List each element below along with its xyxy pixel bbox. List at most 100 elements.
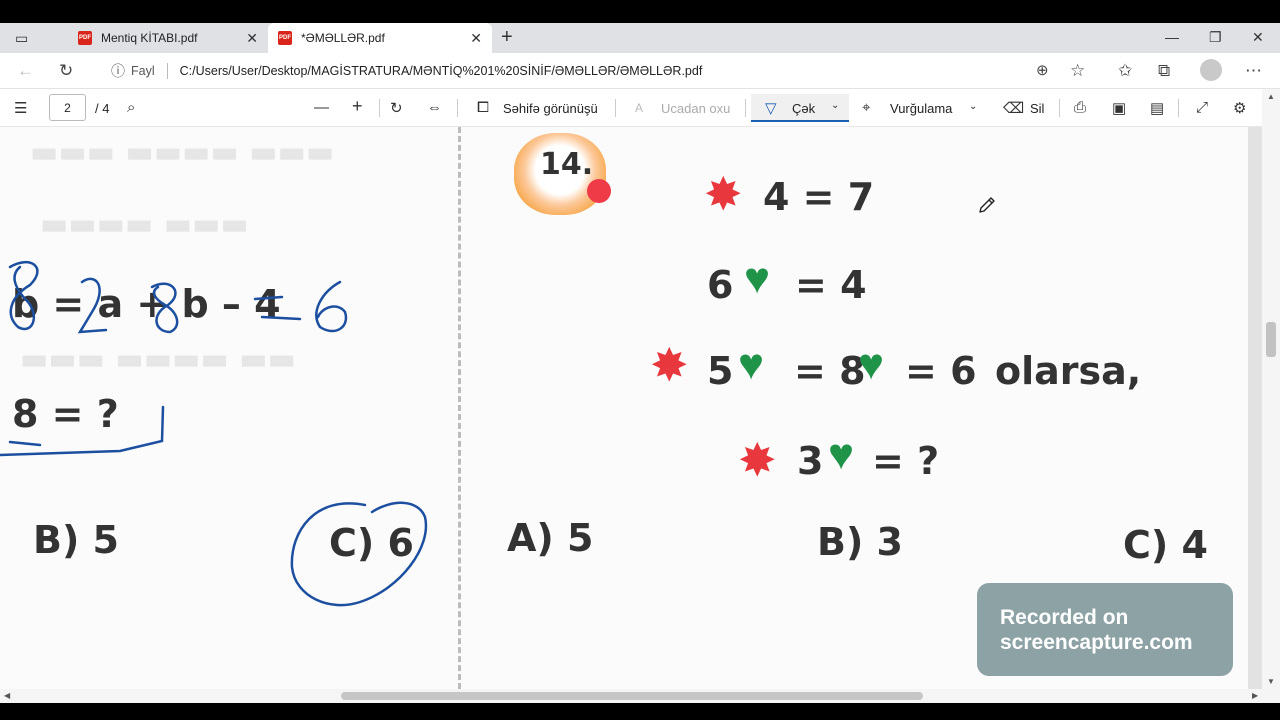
line2-lhs: 6 xyxy=(707,263,734,307)
add-favorite-icon[interactable]: ☆ xyxy=(1070,61,1085,81)
ink-8 xyxy=(8,261,39,331)
zoom-out-icon[interactable]: — xyxy=(314,99,329,116)
fit-width-icon[interactable]: ⇔ xyxy=(427,99,442,116)
close-window-icon[interactable]: ✕ xyxy=(1252,29,1264,46)
navigation-bar: ← ↻ ⓘ Fayl C:/Users/User/Desktop/MAGİSTR… xyxy=(0,53,1280,89)
problem-number: 14. xyxy=(540,147,594,182)
save-as-icon[interactable]: ▤ xyxy=(1150,99,1164,117)
page-gutter xyxy=(1248,127,1262,689)
tab-strip: ▭ PDF Mentiq KİTABI.pdf ✕ PDF *ƏMƏLLƏR.p… xyxy=(0,23,1280,53)
fullscreen-icon[interactable]: ⤢ xyxy=(1196,99,1208,116)
save-icon[interactable]: ▣ xyxy=(1112,99,1126,117)
badge-dot xyxy=(587,179,611,203)
heart-icon: ♥ xyxy=(858,340,885,389)
star-icon: ✸ xyxy=(650,339,689,391)
favorites-icon[interactable]: ✩ xyxy=(1118,61,1132,81)
back-icon[interactable]: ← xyxy=(17,61,34,81)
rotate-icon[interactable]: ↻ xyxy=(390,99,403,117)
handwriting xyxy=(0,261,428,607)
chevron-down-icon[interactable]: ⌄ xyxy=(969,101,977,112)
draw-button[interactable]: ▽ Çək ⌄ xyxy=(751,94,849,122)
tab-title: *ƏMƏLLƏR.pdf xyxy=(301,31,385,45)
url-text: C:/Users/User/Desktop/MAGİSTRATURA/MƏNTİ… xyxy=(179,64,703,78)
watermark-line: screencapture.com xyxy=(1000,631,1193,654)
heart-icon: ♥ xyxy=(744,254,771,303)
search-icon[interactable]: ⌕ xyxy=(127,99,135,116)
scroll-right-icon[interactable]: ▶ xyxy=(1252,691,1258,700)
divider xyxy=(1059,99,1060,117)
tab-emeller[interactable]: PDF *ƏMƏLLƏR.pdf ✕ xyxy=(268,23,492,53)
horizontal-scroll-thumb[interactable] xyxy=(341,692,923,700)
ink-circle xyxy=(290,501,428,607)
minimize-icon[interactable]: — xyxy=(1165,29,1179,45)
profile-avatar[interactable] xyxy=(1200,59,1222,81)
browser-window: ▭ PDF Mentiq KİTABI.pdf ✕ PDF *ƏMƏLLƏR.p… xyxy=(0,0,1280,720)
erase-button[interactable]: Sil xyxy=(1030,101,1044,116)
vertical-scrollbar[interactable]: ▲ ▼ xyxy=(1262,89,1280,689)
divider xyxy=(457,99,458,117)
heart-icon: ♥ xyxy=(828,430,855,479)
settings-icon[interactable]: ⚙ xyxy=(1233,99,1246,117)
line3-eq2: = 6 xyxy=(905,349,977,393)
zoom-icon[interactable]: ⊕ xyxy=(1036,61,1049,79)
line2-rhs: = 4 xyxy=(795,263,867,307)
page-view-icon[interactable]: ⧠ xyxy=(477,99,489,116)
divider xyxy=(745,99,746,117)
page-divider xyxy=(458,127,461,689)
close-icon[interactable]: ✕ xyxy=(246,30,258,47)
pdf-viewport[interactable]: ▬▬▬ ▬▬▬▬ ▬▬▬ ▬▬▬▬ ▬▬▬ ▬▬▬ ▬▬▬▬ ▬▬ b = a … xyxy=(0,127,1262,689)
option-b: B) 3 xyxy=(817,520,904,564)
problem-badge: 14. xyxy=(510,133,614,219)
eraser-icon[interactable]: ⌫ xyxy=(1003,99,1024,117)
draw-label: Çək xyxy=(792,101,816,116)
info-icon[interactable]: ⓘ xyxy=(111,61,125,81)
watermark: Recorded on screencapture.com xyxy=(977,583,1233,676)
page-view-button[interactable]: Səhifə görünüşü xyxy=(503,101,598,116)
print-icon[interactable]: ⎙ xyxy=(1074,99,1086,116)
page-number-input[interactable]: 2 xyxy=(49,94,86,121)
ink-6 xyxy=(315,280,348,333)
address-bar[interactable]: ⓘ Fayl C:/Users/User/Desktop/MAGİSTRATUR… xyxy=(95,57,1100,85)
ink-2 xyxy=(77,277,108,334)
divider xyxy=(1178,99,1179,117)
scroll-up-icon[interactable]: ▲ xyxy=(1267,92,1275,101)
option-c: C) 4 xyxy=(1123,523,1208,567)
contents-icon[interactable]: ☰ xyxy=(14,99,27,117)
tab-title: Mentiq KİTABI.pdf xyxy=(101,31,198,45)
tab-mentiq[interactable]: PDF Mentiq KİTABI.pdf ✕ xyxy=(52,23,268,53)
scroll-down-icon[interactable]: ▼ xyxy=(1267,677,1275,686)
zoom-in-icon[interactable]: + xyxy=(352,96,363,117)
line3-word: olarsa, xyxy=(995,349,1142,393)
pencil-cursor-icon xyxy=(979,197,995,213)
ink-annotations xyxy=(0,261,428,607)
restore-icon[interactable]: ❐ xyxy=(1209,29,1222,46)
highlight-icon[interactable]: ⌖ xyxy=(862,99,870,116)
heart-icon: ♥ xyxy=(738,340,765,389)
ink-underline xyxy=(0,405,165,457)
more-icon[interactable]: ⋯ xyxy=(1245,61,1262,81)
ink-equals xyxy=(253,295,302,321)
ink-8 xyxy=(150,282,179,334)
chevron-down-icon[interactable]: ⌄ xyxy=(831,100,839,111)
horizontal-scrollbar[interactable]: ◀ ▶ xyxy=(0,689,1280,703)
collections-icon[interactable]: ⧉ xyxy=(1158,61,1170,81)
line4-q: = ? xyxy=(872,439,940,483)
vertical-scroll-thumb[interactable] xyxy=(1266,322,1276,357)
pdf-icon: PDF xyxy=(278,31,292,45)
refresh-icon[interactable]: ↻ xyxy=(59,61,73,81)
scroll-left-icon[interactable]: ◀ xyxy=(4,691,10,700)
tab-actions-icon[interactable]: ▭ xyxy=(15,30,28,47)
page-total: / 4 xyxy=(95,101,110,116)
watermark-line: Recorded on xyxy=(1000,606,1129,629)
star-icon: ✸ xyxy=(704,168,743,220)
highlight-button[interactable]: Vurğulama xyxy=(890,101,952,116)
close-icon[interactable]: ✕ xyxy=(470,30,482,47)
line1-rhs: 4 = 7 xyxy=(763,175,875,219)
line3-eq1: = 8 xyxy=(794,349,866,393)
ink-underline xyxy=(8,440,42,447)
divider xyxy=(166,63,168,79)
option-a: A) 5 xyxy=(507,516,594,560)
pdf-icon: PDF xyxy=(78,31,92,45)
new-tab-icon[interactable]: + xyxy=(501,26,513,49)
line4-a: 3 xyxy=(797,439,824,483)
